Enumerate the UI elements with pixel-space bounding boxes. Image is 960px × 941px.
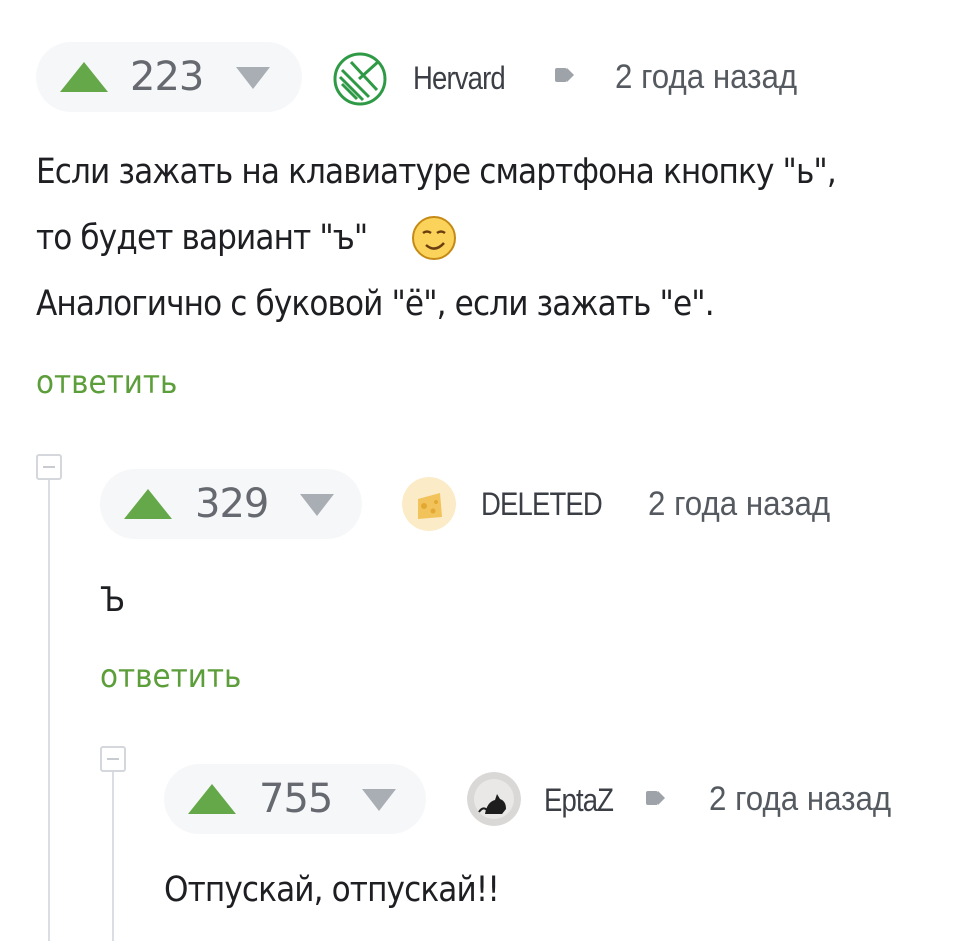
timestamp[interactable]: 2 года назад xyxy=(615,60,797,94)
rating-block: 755 xyxy=(164,764,426,834)
cat-avatar xyxy=(467,772,521,826)
reply-link[interactable]: ответить xyxy=(100,660,241,692)
downvote-icon[interactable] xyxy=(300,494,334,516)
rating-block: 223 xyxy=(36,42,302,112)
comment-text-line: то будет вариант "ъ" xyxy=(36,218,368,258)
collapse-thread-button[interactable] xyxy=(36,454,62,480)
rating-block: 329 xyxy=(100,469,362,539)
comment-text-line: Отпускай, отпускай!! xyxy=(164,870,500,910)
reply-link[interactable]: ответить xyxy=(36,366,177,398)
timestamp[interactable]: 2 года назад xyxy=(648,487,830,521)
downvote-icon[interactable] xyxy=(362,789,396,811)
thread-line xyxy=(48,480,50,941)
upvote-icon[interactable] xyxy=(124,489,172,519)
thread-line xyxy=(112,772,114,941)
tag-icon xyxy=(646,791,665,805)
username[interactable]: EptaZ xyxy=(544,784,614,816)
username[interactable]: Hervard xyxy=(413,62,506,94)
rating-score: 223 xyxy=(130,54,204,100)
rating-score: 329 xyxy=(195,481,269,527)
comment-text-line: Если зажать на клавиатуре смартфона кноп… xyxy=(36,152,837,192)
timestamp[interactable]: 2 года назад xyxy=(709,782,891,816)
deleted-avatar xyxy=(402,477,456,531)
tag-icon xyxy=(555,68,574,82)
comment-text-line: Аналогично с буковой "ё", если зажать "е… xyxy=(36,284,715,324)
rating-score: 755 xyxy=(259,776,333,822)
username[interactable]: DELETED xyxy=(481,488,603,520)
smirk-emoji xyxy=(410,214,458,262)
avatar[interactable] xyxy=(402,477,456,531)
upvote-icon[interactable] xyxy=(60,62,108,92)
avatar[interactable] xyxy=(333,52,387,106)
upvote-icon[interactable] xyxy=(188,784,236,814)
collapse-thread-button[interactable] xyxy=(100,746,126,772)
comment-text-line: Ъ xyxy=(100,580,125,620)
avatar[interactable] xyxy=(467,772,521,826)
leaf-logo-icon xyxy=(333,52,387,106)
downvote-icon[interactable] xyxy=(236,67,270,89)
